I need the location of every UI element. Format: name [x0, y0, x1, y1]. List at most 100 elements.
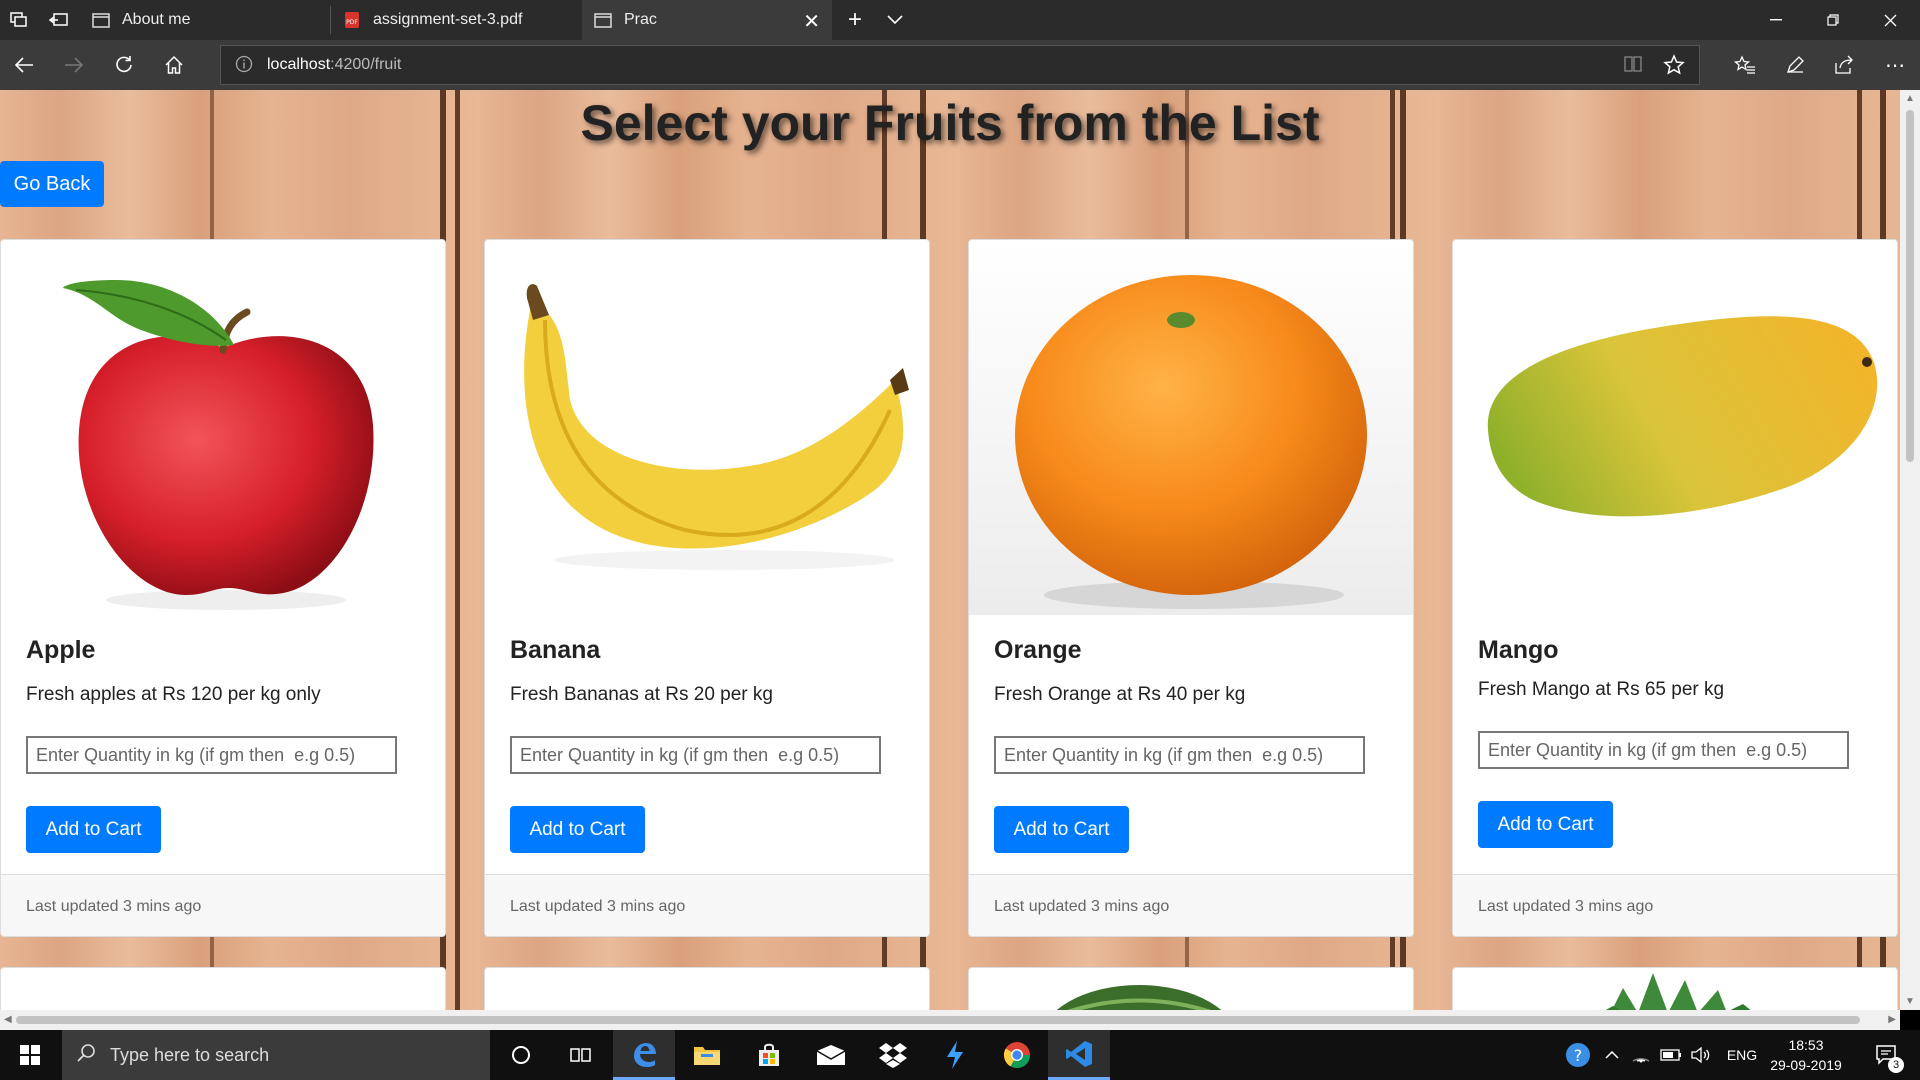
banana-image	[485, 240, 929, 615]
scrollbar-thumb[interactable]	[16, 1016, 1860, 1024]
forward-arrow-icon[interactable]	[58, 50, 90, 80]
home-icon[interactable]	[158, 50, 190, 80]
svg-text:?: ?	[1574, 1046, 1583, 1065]
clock-time: 18:53	[1788, 1037, 1824, 1053]
quantity-input[interactable]	[1478, 731, 1849, 769]
vertical-scrollbar[interactable]: ▲ ▼	[1900, 90, 1920, 1010]
chevron-up-icon[interactable]	[1600, 1030, 1624, 1080]
url-text: localhost:4200/fruit	[267, 56, 402, 73]
scroll-left-icon[interactable]: ◀	[4, 1014, 12, 1025]
restore-icon[interactable]	[1805, 0, 1861, 40]
page-viewport: Select your Fruits from the List Go Back…	[0, 90, 1900, 1010]
card-title: Banana	[510, 636, 601, 664]
tab-manager-icon[interactable]	[6, 8, 32, 32]
grapes-image	[1, 968, 446, 1010]
tab-prac[interactable]: Prac ✕	[582, 0, 832, 40]
browser-tab-bar: About me PDF assignment-set-3.pdf Prac ✕…	[0, 0, 1920, 40]
scroll-down-icon[interactable]: ▼	[1905, 996, 1915, 1007]
quantity-input[interactable]	[510, 736, 881, 774]
vscode-icon[interactable]	[1048, 1030, 1110, 1080]
store-icon[interactable]	[738, 1030, 800, 1080]
card-footer: Last updated 3 mins ago	[485, 874, 929, 936]
page-title: Select your Fruits from the List	[580, 95, 1320, 151]
web-note-pen-icon[interactable]	[1779, 50, 1811, 80]
minimize-icon[interactable]	[1748, 0, 1804, 40]
clock[interactable]: 18:53 29-09-2019	[1766, 1030, 1846, 1080]
add-to-cart-button[interactable]: Add to Cart	[510, 806, 645, 853]
product-card-orange: Orange Fresh Orange at Rs 40 per kg Add …	[968, 239, 1414, 937]
visual-studio-installer-icon[interactable]	[924, 1030, 986, 1080]
product-card-partial	[968, 967, 1414, 1010]
windows-taskbar: Type here to search ? ENG 18:53 29-09-20…	[0, 1030, 1920, 1080]
chrome-icon[interactable]	[986, 1030, 1048, 1080]
search-placeholder: Type here to search	[110, 1044, 270, 1065]
watermelon-image	[1056, 985, 1222, 1010]
scrollbar-thumb[interactable]	[1906, 110, 1914, 462]
back-arrow-icon[interactable]	[8, 50, 40, 80]
tab-title: About me	[122, 11, 191, 28]
edge-browser-icon[interactable]	[613, 1030, 675, 1080]
add-to-cart-button[interactable]: Add to Cart	[26, 806, 161, 853]
last-updated-text: Last updated 3 mins ago	[26, 898, 202, 915]
last-updated-text: Last updated 3 mins ago	[1478, 898, 1654, 915]
quantity-input[interactable]	[994, 736, 1365, 774]
mango-image	[1453, 240, 1897, 615]
dropbox-icon[interactable]	[862, 1030, 924, 1080]
info-icon[interactable]	[235, 55, 253, 78]
favorites-list-icon[interactable]	[1729, 50, 1761, 80]
tab-about-me[interactable]: About me	[80, 0, 330, 40]
scroll-up-icon[interactable]: ▲	[1905, 93, 1915, 104]
volume-icon[interactable]	[1688, 1030, 1714, 1080]
address-toolbar: localhost:4200/fruit ⋯	[0, 40, 1920, 90]
product-card-partial	[1452, 967, 1898, 1010]
reading-view-icon[interactable]	[1623, 55, 1643, 78]
tab-assignment-pdf[interactable]: PDF assignment-set-3.pdf	[331, 0, 581, 40]
address-bar[interactable]: localhost:4200/fruit	[220, 45, 1700, 85]
wifi-icon[interactable]	[1628, 1030, 1654, 1080]
card-footer: Last updated 3 mins ago	[969, 874, 1413, 936]
product-card-mango: Mango Fresh Mango at Rs 65 per kg Add to…	[1452, 239, 1898, 937]
language-indicator[interactable]: ENG	[1722, 1030, 1762, 1080]
tab-title: assignment-set-3.pdf	[373, 11, 523, 28]
tab-title: Prac	[624, 11, 657, 28]
battery-icon[interactable]	[1658, 1030, 1684, 1080]
set-aside-tabs-icon[interactable]	[46, 8, 72, 32]
file-explorer-icon[interactable]	[676, 1030, 738, 1080]
cortana-icon[interactable]	[490, 1030, 552, 1080]
add-to-cart-button[interactable]: Add to Cart	[994, 806, 1129, 853]
card-footer: Last updated 3 mins ago	[1, 874, 445, 936]
notification-center-icon[interactable]: 3	[1862, 1030, 1912, 1080]
refresh-icon[interactable]	[108, 50, 140, 80]
windows-start-icon[interactable]	[0, 1030, 60, 1080]
close-tab-icon[interactable]: ✕	[803, 9, 820, 34]
more-options-icon[interactable]: ⋯	[1879, 50, 1911, 80]
quantity-input[interactable]	[26, 736, 397, 774]
mail-icon[interactable]	[800, 1030, 862, 1080]
add-to-cart-button[interactable]: Add to Cart	[1478, 801, 1613, 848]
card-description: Fresh Orange at Rs 40 per kg	[994, 684, 1246, 705]
help-icon[interactable]: ?	[1560, 1030, 1596, 1080]
close-window-icon[interactable]	[1862, 0, 1918, 40]
new-tab-icon[interactable]: +	[842, 6, 868, 33]
taskbar-search-box[interactable]: Type here to search	[62, 1030, 490, 1080]
share-icon[interactable]	[1829, 50, 1861, 80]
svg-text:PDF: PDF	[346, 19, 358, 26]
wood-plank-divider	[455, 90, 460, 1010]
pineapple-image	[1605, 973, 1751, 1010]
page-icon	[594, 12, 612, 28]
favorite-star-icon[interactable]	[1663, 54, 1685, 81]
card-title: Mango	[1478, 636, 1559, 664]
task-view-icon[interactable]	[550, 1030, 612, 1080]
card-footer: Last updated 3 mins ago	[1453, 874, 1897, 936]
search-icon	[76, 1043, 96, 1068]
page-icon	[92, 12, 110, 28]
scroll-right-icon[interactable]: ▶	[1888, 1014, 1896, 1025]
go-back-button[interactable]: Go Back	[0, 161, 104, 207]
horizontal-scrollbar[interactable]: ◀ ▶	[0, 1010, 1900, 1030]
chevron-down-icon[interactable]	[882, 8, 908, 32]
card-description: Fresh Mango at Rs 65 per kg	[1478, 679, 1725, 700]
apple-image	[1, 240, 445, 615]
last-updated-text: Last updated 3 mins ago	[994, 898, 1170, 915]
card-description: Fresh Bananas at Rs 20 per kg	[510, 684, 773, 705]
notification-count-badge: 3	[1888, 1057, 1904, 1073]
